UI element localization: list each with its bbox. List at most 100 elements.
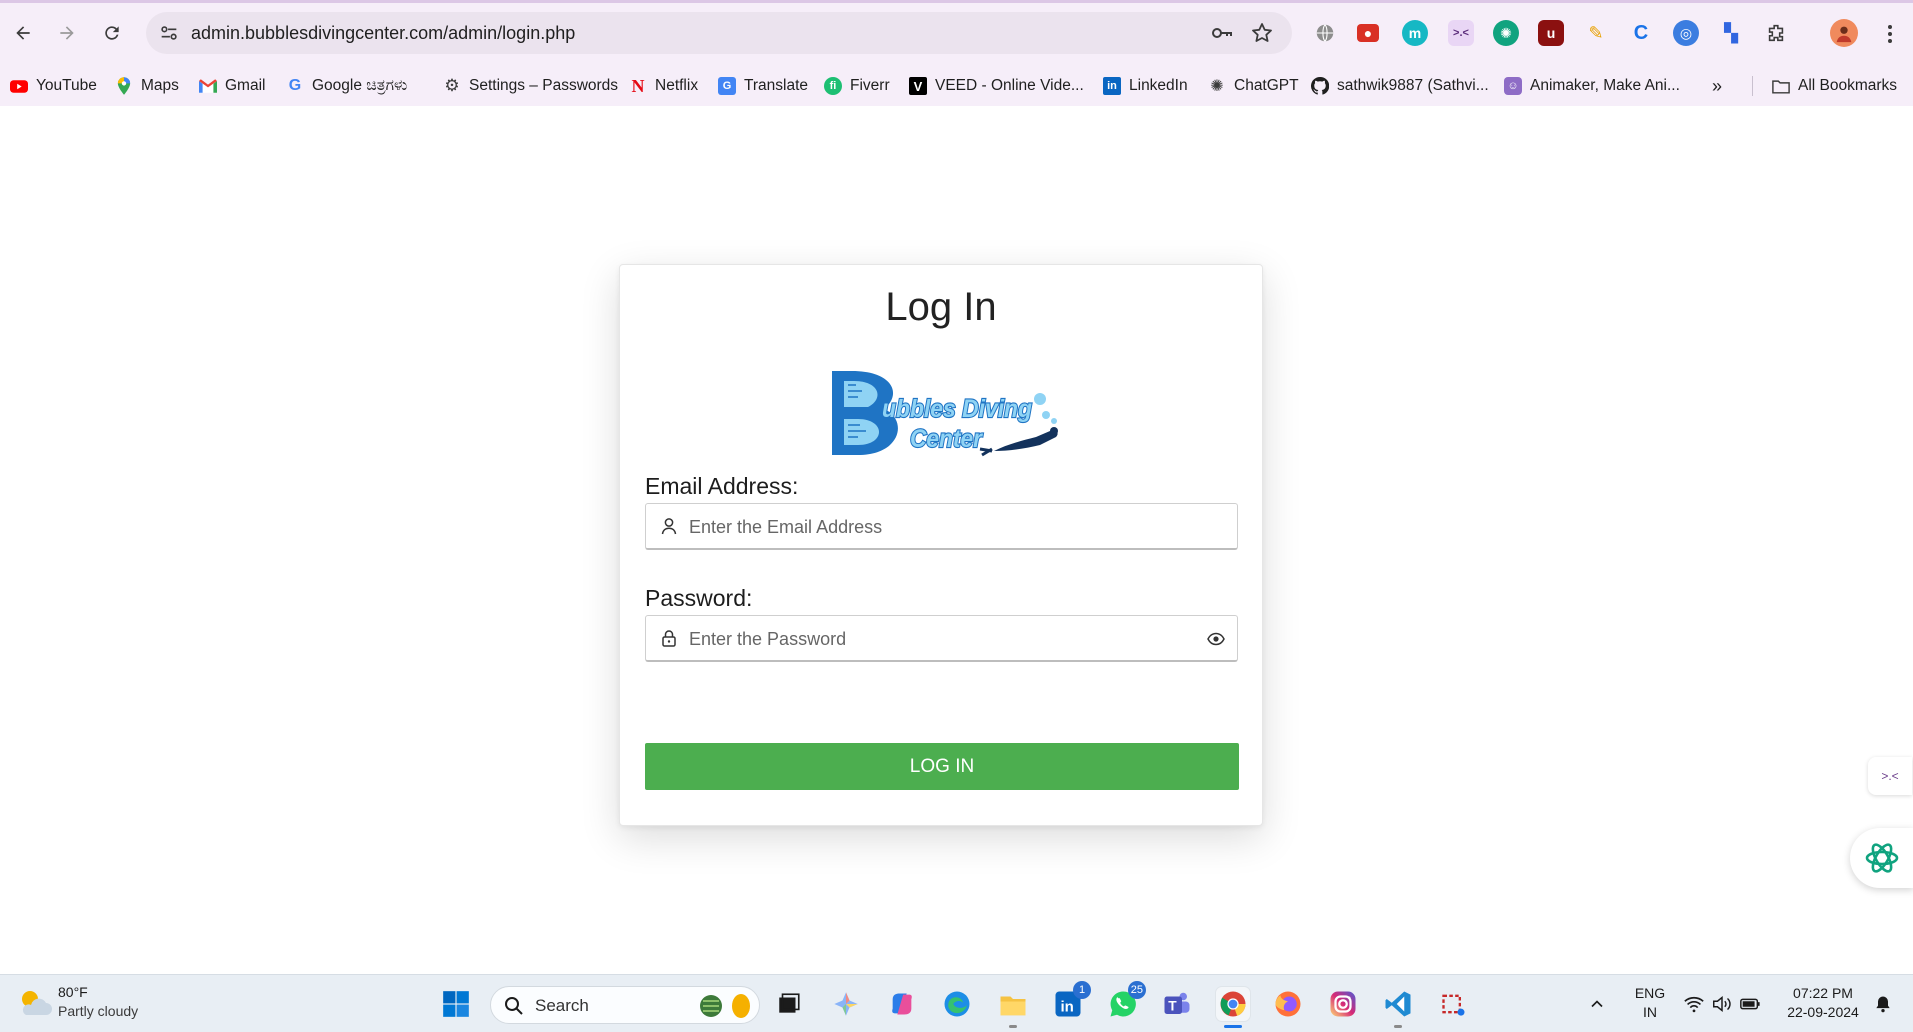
ublock-extension-icon[interactable]: u [1538,20,1564,46]
github-icon [1311,77,1329,95]
back-button[interactable] [7,17,39,49]
login-submit-button[interactable]: LOG IN [645,743,1239,790]
folder-icon [1772,77,1790,95]
svg-text:in: in [1061,999,1074,1016]
ai-sidebar-toggle[interactable]: >.< [1868,757,1912,795]
whatsapp-badge: 25 [1127,981,1146,999]
battery-icon [1740,998,1760,1010]
taskbar-search[interactable]: Search [490,986,760,1024]
show-password-eye-icon[interactable] [1207,630,1225,648]
bookmark-animaker[interactable]: ☺ Animaker, Make Ani... [1504,74,1680,98]
bookmark-label: Settings – Passwords [469,77,619,94]
email-input[interactable] [689,512,1189,542]
logo-text-bottom: Center [910,425,983,453]
bookmark-chatgpt[interactable]: ✺ ChatGPT [1208,74,1299,98]
windows-start-button[interactable] [439,987,473,1021]
system-tray-status[interactable] [1674,987,1770,1021]
task-view-icon[interactable] [772,987,806,1021]
bookmark-fiverr[interactable]: fi Fiverr [824,74,890,98]
bookmark-gmail[interactable]: Gmail [199,74,265,98]
password-key-icon[interactable] [1210,21,1234,45]
animaker-icon: ☺ [1504,77,1522,95]
bookmark-github[interactable]: sathwik9887 (Sathvi... [1311,74,1489,98]
site-info-icon[interactable] [158,22,180,44]
extensions-puzzle-icon[interactable] [1763,20,1789,46]
bookmark-label: VEED - Online Vide... [935,77,1084,94]
netflix-icon: N [631,75,645,96]
bookmark-translate[interactable]: G Translate [718,74,808,98]
m-extension-icon[interactable]: m [1402,20,1428,46]
bookmark-veed[interactable]: V VEED - Online Vide... [909,74,1084,98]
color-picker-extension-icon[interactable]: ✎ [1583,20,1609,46]
bookmark-netflix[interactable]: N Netflix [629,74,699,98]
show-hidden-icons-chevron-icon[interactable] [1580,987,1614,1021]
email-field-wrapper[interactable] [645,503,1238,550]
notifications-bell-icon[interactable] [1868,987,1898,1021]
bookmark-label: ChatGPT [1234,77,1299,94]
chatgpt-floating-button[interactable] [1850,828,1913,888]
bookmark-label: Translate [744,77,809,94]
window-top-edge [0,0,1913,3]
instagram-icon[interactable] [1326,987,1360,1021]
bookmark-maps[interactable]: Maps [115,74,179,98]
bookmark-star-icon[interactable] [1250,21,1274,45]
linkedin-app-icon[interactable]: in 1 [1051,981,1091,1021]
firefox-icon[interactable] [1271,987,1305,1021]
partly-cloudy-icon [22,991,52,1015]
gear-icon: ⚙ [444,76,460,95]
all-bookmarks-button[interactable]: All Bookmarks [1772,74,1897,98]
address-bar[interactable]: admin.bubblesdivingcenter.com/admin/logi… [146,12,1292,54]
chatgpt-extension-icon[interactable]: ✺ [1493,20,1519,46]
edge-icon[interactable] [940,987,974,1021]
bookmarks-bar: YouTube Maps Gmail G Google ಚಿತ್ರಗಳು ⚙ S… [0,66,1913,106]
more-bookmarks-chevron-icon[interactable]: » [1712,74,1722,98]
snipping-tool-icon[interactable] [1437,987,1471,1021]
whatsapp-icon[interactable]: 25 [1106,981,1146,1021]
search-icon [505,997,523,1015]
gmail-icon [199,77,217,95]
copilot-icon[interactable] [885,987,919,1021]
c-extension-icon[interactable]: C [1628,20,1654,46]
search-highlight-icon [700,994,750,1018]
recorder-extension-icon[interactable]: ● [1357,24,1379,42]
bookmark-settings-passwords[interactable]: ⚙ Settings – Passwords [443,74,618,98]
file-explorer-icon[interactable] [996,987,1030,1028]
clock-time: 07:22 PM [1793,985,1853,1001]
url-text[interactable]: admin.bubblesdivingcenter.com/admin/logi… [191,23,575,44]
compass-extension-icon[interactable]: ◎ [1673,20,1699,46]
bookmark-label: LinkedIn [1129,77,1188,94]
forward-arrow-icon [60,26,74,40]
page-title: Log In [885,285,997,329]
weather-temperature: 80°F [58,984,88,1000]
password-field-wrapper[interactable] [645,615,1238,662]
wifi-icon [1684,996,1704,1013]
all-bookmarks-label: All Bookmarks [1798,77,1898,94]
profile-avatar[interactable] [1830,19,1858,47]
bookmark-google-images[interactable]: G Google ಚಿತ್ರಗಳು [286,74,408,98]
globe-extension-icon[interactable] [1312,20,1338,46]
ai-face-icon: >.< [1881,769,1899,783]
vscode-icon[interactable] [1381,987,1415,1028]
linkedin-badge: 1 [1073,981,1091,999]
bookmark-linkedin[interactable]: in LinkedIn [1103,74,1188,98]
active-indicator [1224,1025,1242,1028]
bookmark-label: sathwik9887 (Sathvi... [1337,77,1489,94]
bookmark-label: Netflix [655,77,699,94]
weather-description: Partly cloudy [58,1003,139,1019]
bookmark-label: Maps [141,77,179,94]
chrome-icon[interactable] [1216,987,1250,1028]
menu-dots-icon[interactable] [1880,22,1900,46]
bookmarks-divider [1752,76,1753,96]
gemini-icon[interactable] [829,987,863,1021]
fiverr-icon: fi [824,77,842,95]
forward-button[interactable] [51,17,83,49]
puzzle-blue-extension-icon[interactable]: ▚ [1718,20,1744,46]
reload-button[interactable] [96,17,128,49]
teams-icon[interactable]: T [1160,987,1194,1021]
password-label: Password: [645,585,753,611]
ai-extension-icon[interactable]: >.< [1448,20,1474,46]
google-icon: G [288,77,302,94]
back-arrow-icon [16,26,30,40]
bookmark-youtube[interactable]: YouTube [10,74,97,98]
password-input[interactable] [689,624,1189,654]
